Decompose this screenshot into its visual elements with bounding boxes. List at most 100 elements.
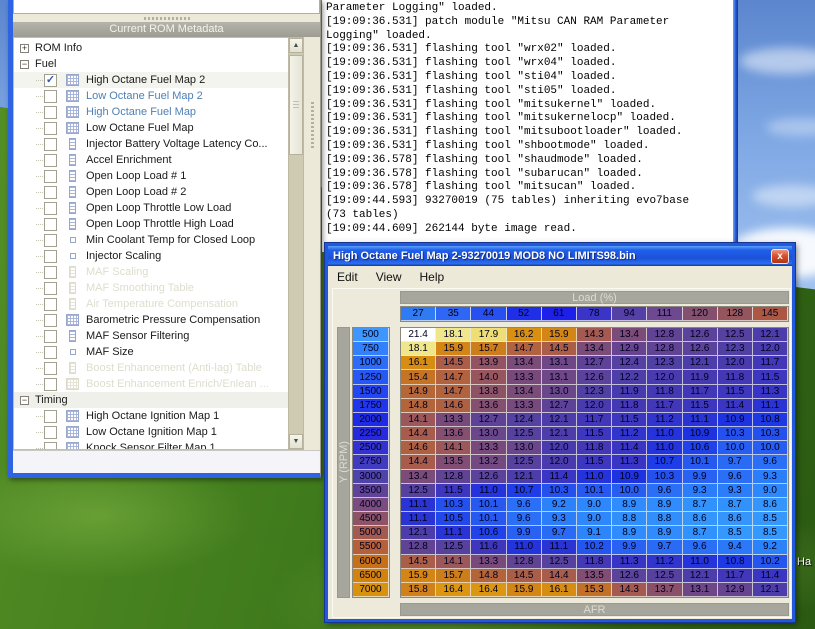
cell-500-44[interactable]: 17.9: [471, 328, 506, 342]
tree-item-open-loop-throttle-high-load[interactable]: Open Loop Throttle High Load: [14, 216, 288, 232]
checkbox[interactable]: [44, 218, 57, 231]
cell-1500-27[interactable]: 14.9: [401, 385, 436, 399]
collapse-icon[interactable]: −: [20, 60, 29, 69]
cell-3500-78[interactable]: 10.1: [577, 484, 612, 498]
cell-1250-128[interactable]: 11.8: [718, 370, 753, 384]
cell-2000-35[interactable]: 13.3: [436, 413, 471, 427]
cell-5000-78[interactable]: 9.1: [577, 526, 612, 540]
cell-2500-145[interactable]: 10.0: [753, 441, 788, 455]
cell-1750-44[interactable]: 13.6: [471, 399, 506, 413]
tree-item-timing[interactable]: −Timing: [14, 392, 288, 408]
menu-view[interactable]: View: [367, 268, 411, 286]
cell-1250-27[interactable]: 15.4: [401, 370, 436, 384]
tree-item-boost-enhancement-enrich-enlean[interactable]: Boost Enhancement Enrich/Enlean ...: [14, 376, 288, 392]
cell-750-61[interactable]: 14.5: [542, 342, 577, 356]
cell-3500-35[interactable]: 11.5: [436, 484, 471, 498]
cell-6000-145[interactable]: 10.2: [753, 555, 788, 569]
checkbox[interactable]: [44, 250, 57, 263]
cell-3000-78[interactable]: 11.0: [577, 470, 612, 484]
x-header-27[interactable]: 27: [401, 307, 436, 321]
cell-500-145[interactable]: 12.1: [753, 328, 788, 342]
scrollbar-track[interactable]: [289, 155, 303, 434]
checkbox[interactable]: [44, 282, 57, 295]
cell-1500-120[interactable]: 11.7: [683, 385, 718, 399]
cell-4500-61[interactable]: 9.3: [542, 512, 577, 526]
checkbox[interactable]: [44, 378, 57, 391]
cell-4500-35[interactable]: 10.5: [436, 512, 471, 526]
tree-item-high-octane-ignition-map-1[interactable]: High Octane Ignition Map 1: [14, 408, 288, 424]
cell-3000-61[interactable]: 11.4: [542, 470, 577, 484]
cell-2250-145[interactable]: 10.3: [753, 427, 788, 441]
cell-1000-145[interactable]: 11.7: [753, 356, 788, 370]
tree-item-open-loop-load-1[interactable]: Open Loop Load # 1: [14, 168, 288, 184]
cell-4000-27[interactable]: 11.1: [401, 498, 436, 512]
tree-item-low-octane-fuel-map-2[interactable]: Low Octane Fuel Map 2: [14, 88, 288, 104]
cell-750-27[interactable]: 18.1: [401, 342, 436, 356]
cell-5000-94[interactable]: 8.9: [612, 526, 647, 540]
cell-3000-128[interactable]: 9.6: [718, 470, 753, 484]
cell-7000-145[interactable]: 12.1: [753, 583, 788, 597]
cell-2250-27[interactable]: 14.4: [401, 427, 436, 441]
cell-2000-145[interactable]: 10.8: [753, 413, 788, 427]
cell-5500-78[interactable]: 10.2: [577, 540, 612, 554]
cell-5000-35[interactable]: 11.1: [436, 526, 471, 540]
cell-500-61[interactable]: 15.9: [542, 328, 577, 342]
cell-750-35[interactable]: 15.9: [436, 342, 471, 356]
cell-2250-52[interactable]: 12.5: [507, 427, 542, 441]
cell-1250-145[interactable]: 11.5: [753, 370, 788, 384]
cell-4000-44[interactable]: 10.1: [471, 498, 506, 512]
cell-6500-94[interactable]: 12.6: [612, 569, 647, 583]
checkbox[interactable]: [44, 90, 57, 103]
cell-3000-35[interactable]: 12.8: [436, 470, 471, 484]
cell-1000-44[interactable]: 13.9: [471, 356, 506, 370]
cell-2000-120[interactable]: 11.1: [683, 413, 718, 427]
checkbox[interactable]: [44, 266, 57, 279]
tree-item-low-octane-fuel-map[interactable]: Low Octane Fuel Map: [14, 120, 288, 136]
cell-3500-61[interactable]: 10.3: [542, 484, 577, 498]
tree-item-open-loop-load-2[interactable]: Open Loop Load # 2: [14, 184, 288, 200]
y-header-750[interactable]: 750: [353, 342, 389, 356]
cell-7000-78[interactable]: 15.3: [577, 583, 612, 597]
cell-2250-111[interactable]: 11.0: [647, 427, 682, 441]
cell-2250-128[interactable]: 10.3: [718, 427, 753, 441]
tree-item-fuel[interactable]: −Fuel: [14, 56, 288, 72]
tree-item-accel-enrichment[interactable]: Accel Enrichment: [14, 152, 288, 168]
cell-2750-61[interactable]: 12.0: [542, 455, 577, 469]
cell-4000-128[interactable]: 8.7: [718, 498, 753, 512]
cell-3500-52[interactable]: 10.7: [507, 484, 542, 498]
cell-6000-78[interactable]: 11.8: [577, 555, 612, 569]
cell-500-78[interactable]: 14.3: [577, 328, 612, 342]
cell-1500-128[interactable]: 11.5: [718, 385, 753, 399]
cell-5000-44[interactable]: 10.6: [471, 526, 506, 540]
cell-1000-35[interactable]: 14.5: [436, 356, 471, 370]
cell-1750-145[interactable]: 11.1: [753, 399, 788, 413]
cell-1750-35[interactable]: 14.6: [436, 399, 471, 413]
x-header-94[interactable]: 94: [612, 307, 647, 321]
cell-7000-44[interactable]: 16.4: [471, 583, 506, 597]
cell-3000-44[interactable]: 12.6: [471, 470, 506, 484]
cell-1750-128[interactable]: 11.4: [718, 399, 753, 413]
y-header-1500[interactable]: 1500: [353, 385, 389, 399]
cell-2000-52[interactable]: 12.4: [507, 413, 542, 427]
checkbox[interactable]: [44, 442, 57, 451]
cell-2000-27[interactable]: 14.1: [401, 413, 436, 427]
tree-item-high-octane-fuel-map-2[interactable]: ✓High Octane Fuel Map 2: [14, 72, 288, 88]
cell-6500-120[interactable]: 12.1: [683, 569, 718, 583]
cell-1500-78[interactable]: 12.3: [577, 385, 612, 399]
cell-2750-120[interactable]: 10.1: [683, 455, 718, 469]
menu-help[interactable]: Help: [410, 268, 453, 286]
y-header-1000[interactable]: 1000: [353, 356, 389, 370]
checkbox[interactable]: [44, 186, 57, 199]
cell-1000-78[interactable]: 12.7: [577, 356, 612, 370]
cell-1750-61[interactable]: 12.7: [542, 399, 577, 413]
cell-2500-78[interactable]: 11.8: [577, 441, 612, 455]
cell-3000-145[interactable]: 9.3: [753, 470, 788, 484]
cell-4500-111[interactable]: 8.8: [647, 512, 682, 526]
cell-5500-128[interactable]: 9.4: [718, 540, 753, 554]
menu-edit[interactable]: Edit: [328, 268, 367, 286]
cell-5500-35[interactable]: 12.5: [436, 540, 471, 554]
x-header-44[interactable]: 44: [471, 307, 506, 321]
cell-3000-52[interactable]: 12.1: [507, 470, 542, 484]
cell-500-94[interactable]: 13.4: [612, 328, 647, 342]
console-log-text[interactable]: Parameter Logging" loaded.[19:09:36.531]…: [326, 2, 730, 237]
